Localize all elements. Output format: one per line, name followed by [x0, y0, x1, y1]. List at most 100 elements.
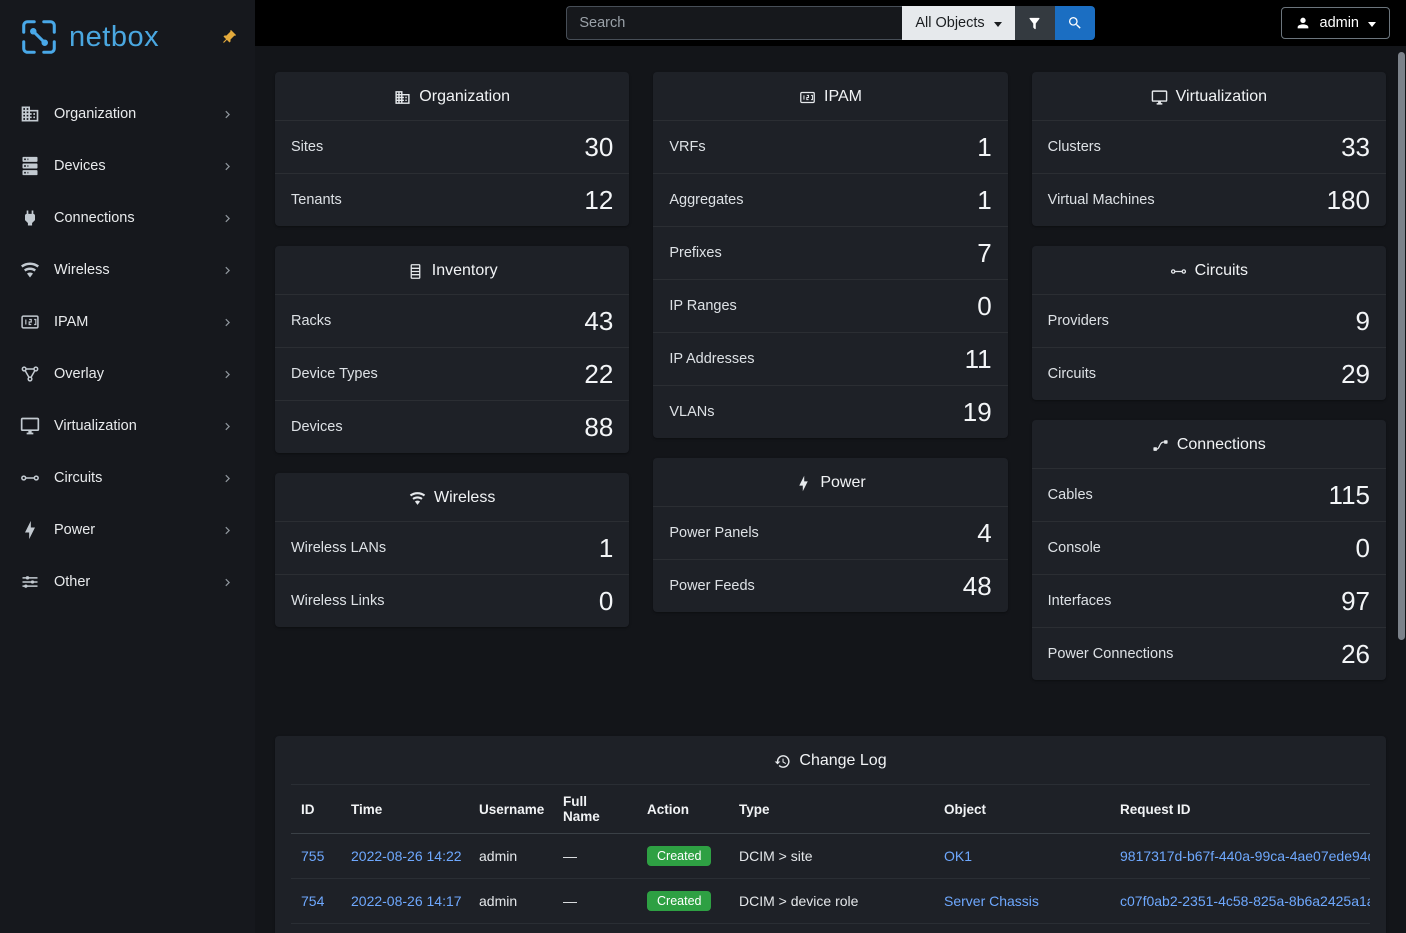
- request-id-link[interactable]: 9817317d-b67f-440a-99ca-4ae07ede94df: [1120, 848, 1370, 864]
- object-type-label: All Objects: [915, 15, 984, 31]
- stat-row-ip-addresses[interactable]: IP Addresses 11: [653, 332, 1007, 385]
- change-object-link[interactable]: Server Chassis: [944, 893, 1039, 909]
- stat-row-circuits[interactable]: Circuits 29: [1032, 347, 1386, 400]
- main-area: All Objects admin: [255, 0, 1406, 933]
- global-search-bar: All Objects: [566, 6, 1094, 40]
- search-icon: [1067, 15, 1083, 31]
- chevron-right-icon: [220, 107, 235, 122]
- change-object-link[interactable]: OK1: [944, 848, 972, 864]
- object-type-dropdown[interactable]: All Objects: [902, 6, 1014, 40]
- virtualization-card-header: Virtualization: [1032, 72, 1386, 120]
- stat-row-device-types[interactable]: Device Types 22: [275, 347, 629, 400]
- card-title: Organization: [419, 88, 510, 106]
- change-time-link[interactable]: 2022-08-26 14:17: [351, 893, 462, 909]
- stat-row-racks[interactable]: Racks 43: [275, 294, 629, 347]
- stat-row-aggregates[interactable]: Aggregates 1: [653, 173, 1007, 226]
- card-title: Power: [820, 474, 865, 492]
- scrollbar[interactable]: [1397, 0, 1406, 933]
- stat-row-devices[interactable]: Devices 88: [275, 400, 629, 453]
- brand-wordmark: netbox: [69, 21, 159, 54]
- stat-row-vrfs[interactable]: VRFs 1: [653, 120, 1007, 173]
- chevron-right-icon: [220, 575, 235, 590]
- dashboard-column-3: Virtualization Clusters 33 Virtual Machi…: [1032, 72, 1386, 700]
- user-menu-button[interactable]: admin: [1281, 7, 1391, 39]
- power-card: Power Power Panels 4 Power Feeds 48: [653, 458, 1007, 612]
- pin-sidebar-icon[interactable]: [216, 25, 240, 49]
- server-icon: [20, 156, 40, 176]
- changelog-row: 755 2022-08-26 14:22 admin — Created DCI…: [291, 834, 1370, 879]
- power-card-header: Power: [653, 458, 1007, 506]
- change-id-link[interactable]: 755: [301, 848, 324, 864]
- stat-row-console[interactable]: Console 0: [1032, 521, 1386, 574]
- change-username: admin: [469, 834, 553, 879]
- rack-icon: [407, 263, 424, 280]
- sidebar-item-other[interactable]: Other: [0, 556, 255, 608]
- stat-row-virtual-machines[interactable]: Virtual Machines 180: [1032, 173, 1386, 226]
- sidebar-item-wireless[interactable]: Wireless: [0, 244, 255, 296]
- changelog-header-row: ID Time Username Full Name Action Type O…: [291, 785, 1370, 834]
- inventory-card: Inventory Racks 43 Device Types 22 Devic…: [275, 246, 629, 453]
- dashboard: Organization Sites 30 Tenants 12: [255, 46, 1406, 933]
- change-type: DCIM > device role: [729, 879, 934, 924]
- stat-row-power-feeds[interactable]: Power Feeds 48: [653, 559, 1007, 612]
- change-full-name: —: [553, 834, 637, 879]
- plug-icon: [20, 208, 40, 228]
- change-id-link[interactable]: 754: [301, 893, 324, 909]
- stat-row-providers[interactable]: Providers 9: [1032, 294, 1386, 347]
- inventory-card-header: Inventory: [275, 246, 629, 294]
- change-full-name: —: [553, 879, 637, 924]
- change-time-link[interactable]: 2022-08-26 14:22: [351, 848, 462, 864]
- user-icon: [1295, 15, 1311, 31]
- stat-row-cables[interactable]: Cables 115: [1032, 468, 1386, 521]
- sidebar-item-virtualization[interactable]: Virtualization: [0, 400, 255, 452]
- search-input[interactable]: [566, 6, 902, 40]
- stat-row-power-panels[interactable]: Power Panels 4: [653, 506, 1007, 559]
- caret-down-icon: [994, 22, 1002, 27]
- sidebar-item-organization[interactable]: Organization: [0, 88, 255, 140]
- lightning-icon: [795, 475, 812, 492]
- sidebar-item-devices[interactable]: Devices: [0, 140, 255, 192]
- wifi-icon: [409, 490, 426, 507]
- sidebar-nav: Organization Devices Connections Wireles…: [0, 72, 255, 608]
- sidebar-item-circuits[interactable]: Circuits: [0, 452, 255, 504]
- search-submit-button[interactable]: [1055, 6, 1095, 40]
- stat-row-vlans[interactable]: VLANs 19: [653, 385, 1007, 438]
- stat-row-clusters[interactable]: Clusters 33: [1032, 120, 1386, 173]
- sidebar: netbox Organization Devices Connections: [0, 0, 255, 933]
- graph-icon: [20, 364, 40, 384]
- filter-button[interactable]: [1015, 6, 1055, 40]
- stat-row-wireless-lans[interactable]: Wireless LANs 1: [275, 521, 629, 574]
- action-badge: Created: [647, 891, 711, 911]
- request-id-link[interactable]: c07f0ab2-2351-4c58-825a-8b6a2425a1ab: [1120, 893, 1370, 909]
- card-title: IPAM: [824, 88, 862, 106]
- changelog-card-header: Change Log: [275, 736, 1386, 784]
- stat-row-prefixes[interactable]: Prefixes 7: [653, 226, 1007, 279]
- stat-row-interfaces[interactable]: Interfaces 97: [1032, 574, 1386, 627]
- chevron-right-icon: [220, 263, 235, 278]
- scrollbar-thumb[interactable]: [1398, 52, 1405, 640]
- change-full-name: —: [553, 924, 637, 933]
- stat-row-sites[interactable]: Sites 30: [275, 120, 629, 173]
- virtualization-card: Virtualization Clusters 33 Virtual Machi…: [1032, 72, 1386, 226]
- chevron-right-icon: [220, 159, 235, 174]
- stat-row-tenants[interactable]: Tenants 12: [275, 173, 629, 226]
- netbox-logo[interactable]: netbox: [18, 16, 159, 58]
- chevron-right-icon: [220, 471, 235, 486]
- stat-row-wireless-links[interactable]: Wireless Links 0: [275, 574, 629, 627]
- filter-icon: [1027, 16, 1042, 31]
- user-menu-label: admin: [1320, 15, 1360, 31]
- stat-row-power-connections[interactable]: Power Connections 26: [1032, 627, 1386, 680]
- sidebar-item-power[interactable]: Power: [0, 504, 255, 556]
- col-header-object: Object: [934, 785, 1110, 834]
- stat-row-ip-ranges[interactable]: IP Ranges 0: [653, 279, 1007, 332]
- sidebar-item-connections[interactable]: Connections: [0, 192, 255, 244]
- topbar: All Objects admin: [255, 0, 1406, 46]
- col-header-username: Username: [469, 785, 553, 834]
- connections-card-header: Connections: [1032, 420, 1386, 468]
- sidebar-item-overlay[interactable]: Overlay: [0, 348, 255, 400]
- col-header-time: Time: [341, 785, 469, 834]
- circuits-card: Circuits Providers 9 Circuits 29: [1032, 246, 1386, 400]
- counter-icon: [20, 312, 40, 332]
- card-title: Wireless: [434, 489, 495, 507]
- sidebar-item-ipam[interactable]: IPAM: [0, 296, 255, 348]
